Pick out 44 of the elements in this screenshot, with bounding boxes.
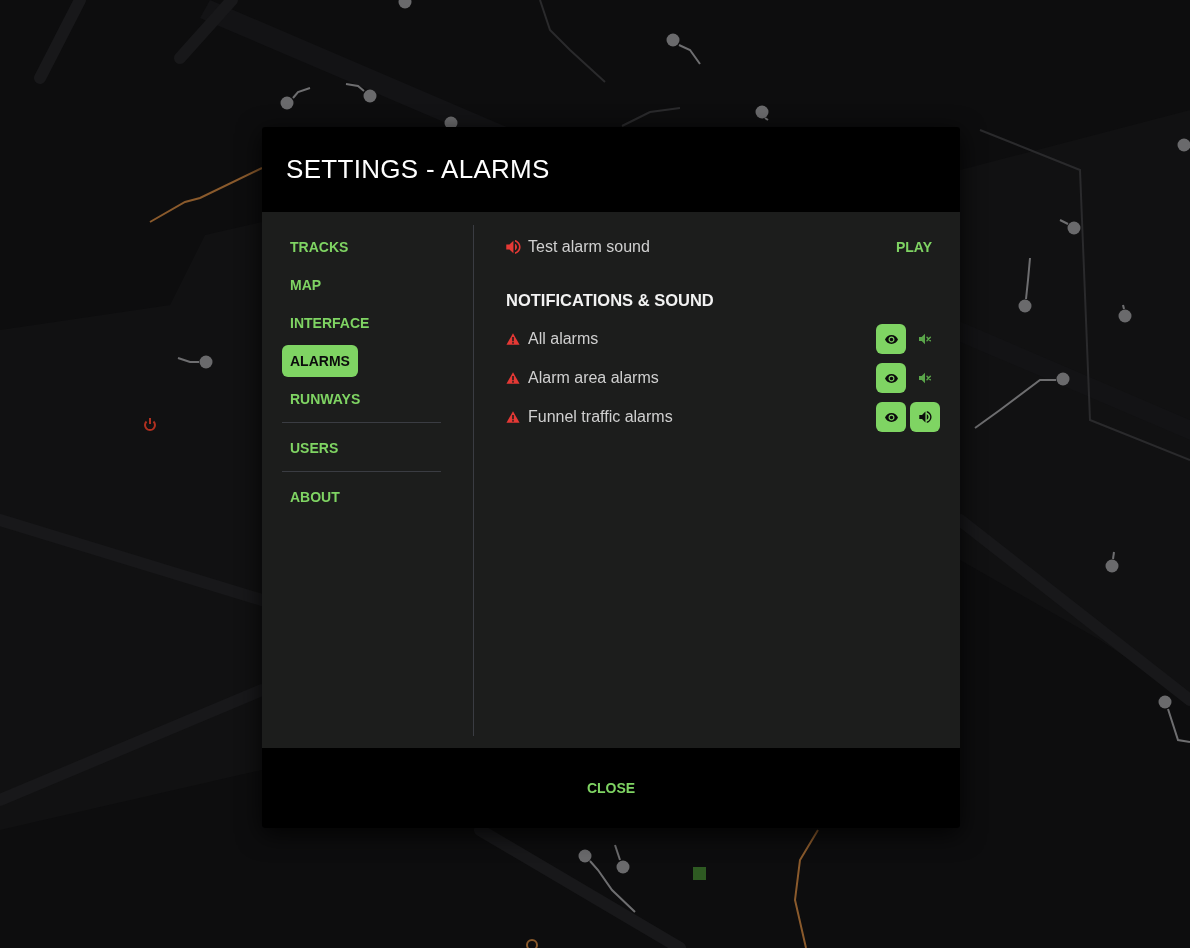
- test-sound-label: Test alarm sound: [528, 238, 651, 256]
- muted-speaker-icon: [918, 333, 932, 345]
- muted-speaker-icon: [918, 372, 932, 384]
- track-marker: [345, 83, 377, 103]
- alarm-label: Funnel traffic alarms: [528, 408, 674, 426]
- dialog-title: SETTINGS - ALARMS: [286, 154, 550, 185]
- square-marker: [693, 867, 706, 880]
- power-icon: [144, 417, 156, 432]
- eye-icon: [884, 334, 898, 344]
- alarm-label: All alarms: [528, 330, 600, 348]
- eye-icon: [884, 412, 898, 422]
- track-marker: [1158, 695, 1190, 743]
- track-marker: [1059, 219, 1081, 235]
- visibility-toggle[interactable]: [876, 363, 906, 393]
- ring-marker: [526, 939, 538, 948]
- warning-icon: [506, 372, 520, 384]
- visibility-toggle[interactable]: [876, 402, 906, 432]
- play-button[interactable]: PLAY: [887, 231, 940, 263]
- alarm-label: Alarm area alarms: [528, 369, 660, 387]
- track-marker: [755, 105, 769, 121]
- track-marker: [177, 355, 213, 369]
- eye-icon: [884, 373, 898, 383]
- track-marker: [398, 0, 412, 9]
- close-button[interactable]: CLOSE: [578, 772, 644, 804]
- track-marker: [1018, 257, 1032, 313]
- speaker-icon: [506, 240, 521, 254]
- warning-icon: [506, 333, 520, 345]
- sidebar-tab[interactable]: MAP: [282, 269, 330, 301]
- track-marker: [280, 87, 311, 110]
- sidebar-tab[interactable]: ABOUT: [282, 481, 348, 513]
- warning-icon: [506, 411, 520, 423]
- visibility-toggle[interactable]: [876, 324, 906, 354]
- sidebar-tab[interactable]: ALARMS: [282, 345, 358, 377]
- sidebar-tab[interactable]: INTERFACE: [282, 307, 378, 339]
- track-marker: [1105, 551, 1119, 573]
- sound-toggle[interactable]: [910, 402, 940, 432]
- sidebar-tab[interactable]: TRACKS: [282, 231, 357, 263]
- track-marker: [1118, 304, 1132, 323]
- sidebar-tab[interactable]: USERS: [282, 432, 347, 464]
- section-title: NOTIFICATIONS & SOUND: [506, 290, 715, 310]
- track-marker: [1177, 138, 1190, 152]
- track-marker: [666, 33, 701, 65]
- speaker-icon: [918, 411, 932, 423]
- sidebar-tab[interactable]: RUNWAYS: [282, 383, 369, 415]
